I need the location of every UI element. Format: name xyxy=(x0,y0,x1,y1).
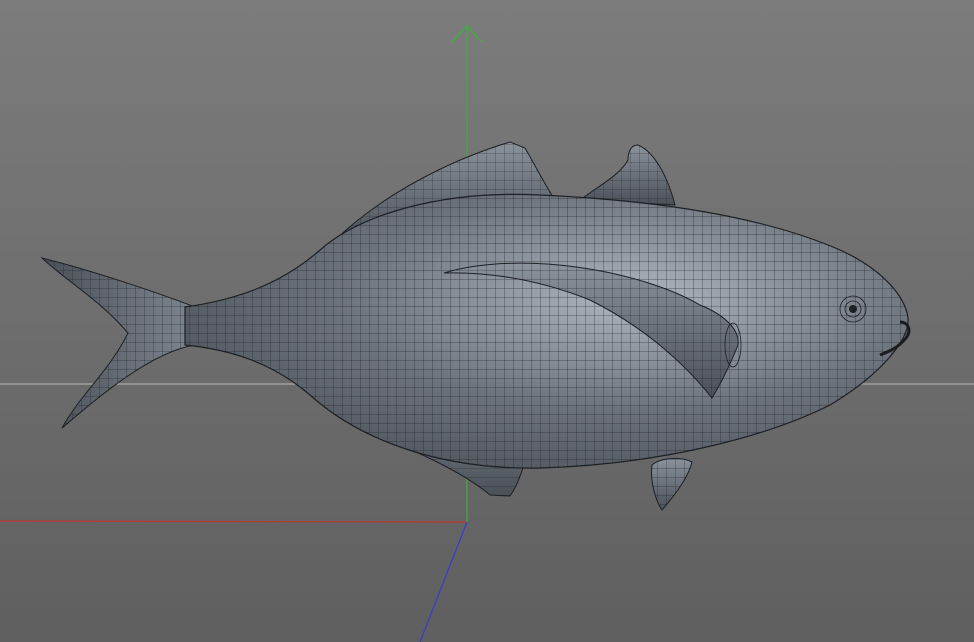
viewport-canvas[interactable] xyxy=(0,0,974,642)
3d-viewport[interactable] xyxy=(0,0,974,642)
